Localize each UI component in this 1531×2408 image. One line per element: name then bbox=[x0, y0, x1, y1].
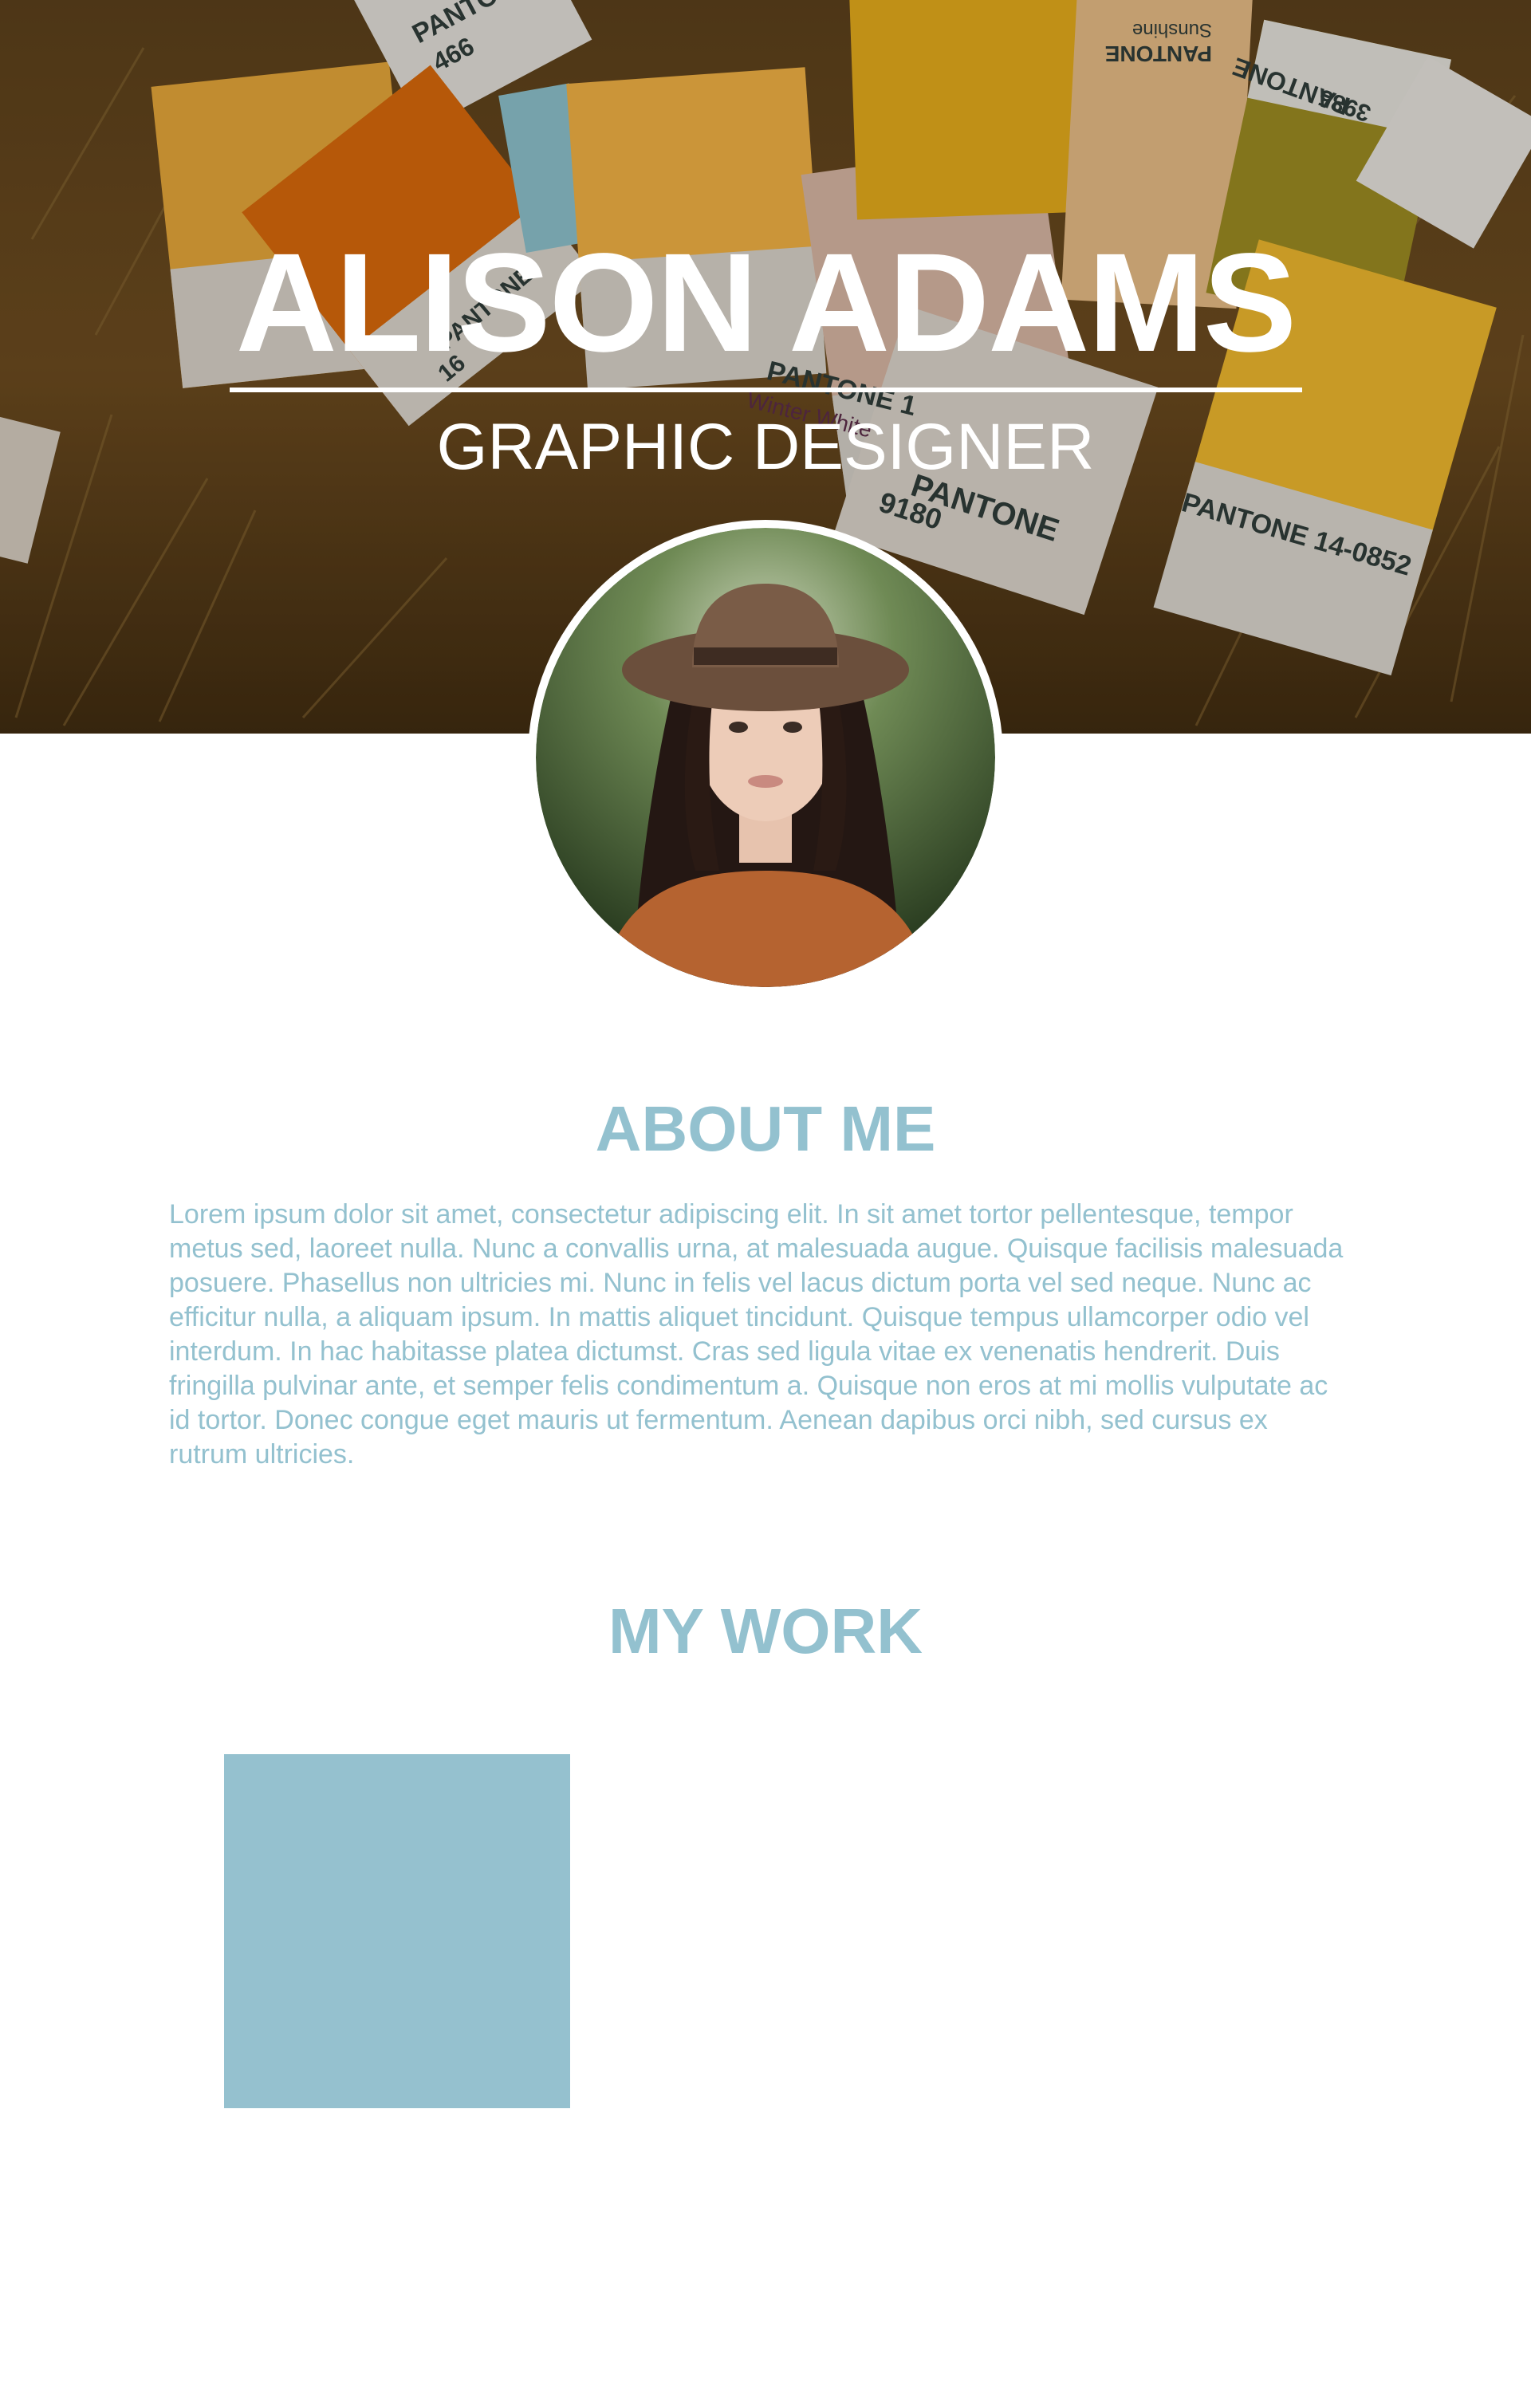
profile-name: ALISON ADAMS bbox=[235, 225, 1297, 381]
avatar bbox=[528, 520, 1003, 995]
portfolio-page: PANTONE 466 PANTONE Sunshine PANTONE 398… bbox=[0, 0, 1531, 2408]
name-underline bbox=[230, 388, 1302, 392]
about-heading: ABOUT ME bbox=[595, 1093, 936, 1164]
about-body-text: Lorem ipsum dolor sit amet, consectetur … bbox=[169, 1199, 1344, 1470]
avatar-photo bbox=[536, 528, 995, 987]
work-item-tile[interactable] bbox=[224, 1754, 570, 2108]
profile-job-title: GRAPHIC DESIGNER bbox=[436, 411, 1095, 483]
work-heading: MY WORK bbox=[608, 1595, 923, 1666]
